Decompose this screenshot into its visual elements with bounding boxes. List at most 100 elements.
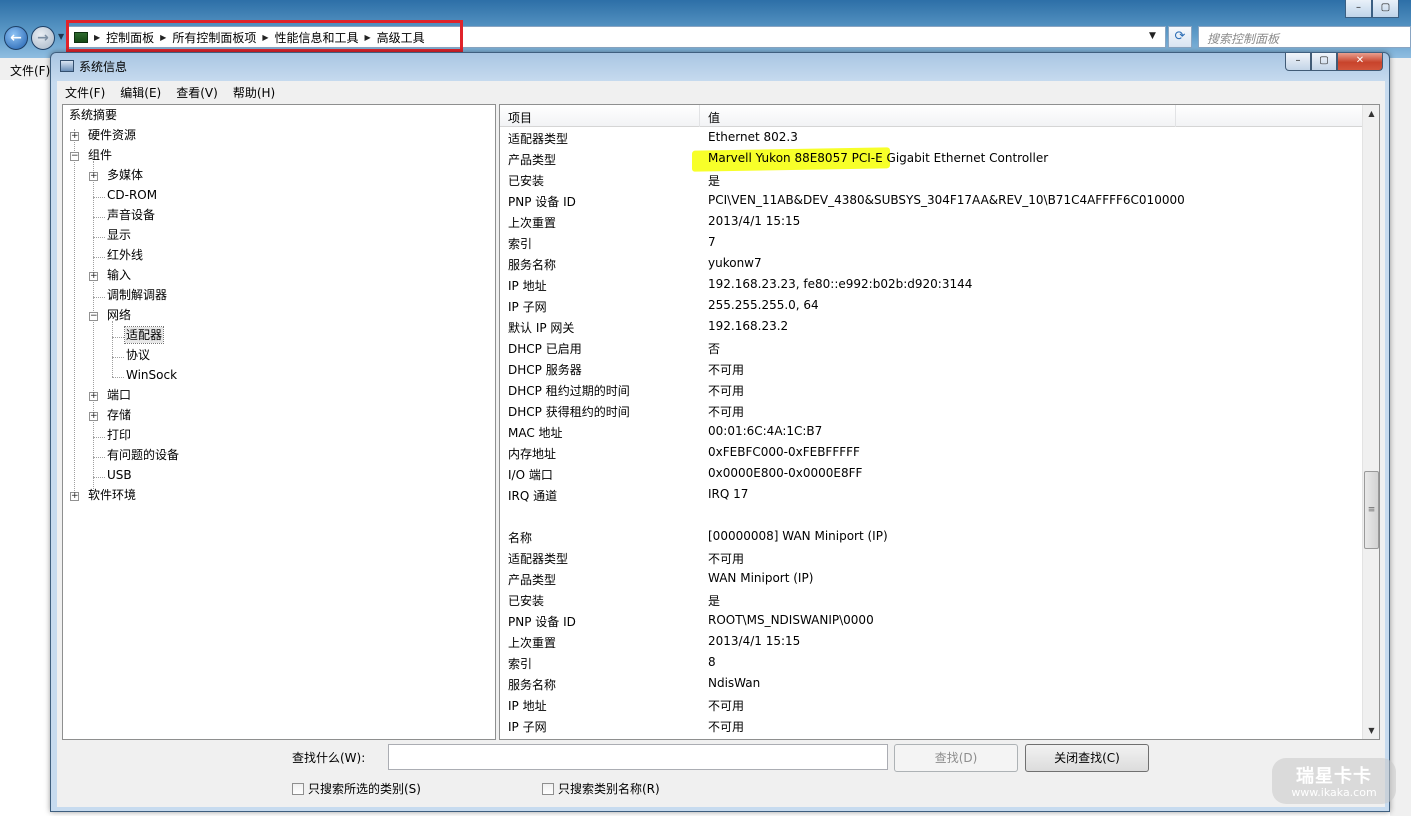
table-row[interactable]: PNP 设备 ID ROOT\MS_NDISWANIP\0000	[500, 610, 1362, 631]
tree-item-modem[interactable]: 调制解调器	[107, 287, 167, 303]
breadcrumb-separator-icon[interactable]: ▶	[365, 33, 371, 42]
table-row[interactable]: 产品类型 WAN Miniport (IP)	[500, 568, 1362, 589]
breadcrumb-all-items[interactable]: 所有控制面板项	[172, 29, 256, 46]
collapse-minus-icon[interactable]: −	[70, 152, 79, 161]
collapse-minus-icon[interactable]: −	[89, 312, 98, 321]
tree-item-storage[interactable]: 存储	[107, 407, 131, 423]
table-row[interactable]: IP 地址 不可用	[500, 694, 1362, 715]
expand-plus-icon[interactable]: +	[89, 392, 98, 401]
tree-item-infrared[interactable]: 红外线	[107, 247, 143, 263]
breadcrumb-advanced-tools[interactable]: 高级工具	[377, 29, 425, 46]
table-row[interactable]: DHCP 获得租约的时间 不可用	[500, 400, 1362, 421]
tree-item-hardware-resources[interactable]: 硬件资源	[88, 127, 136, 143]
tree-item-adapter[interactable]: 适配器	[123, 326, 165, 344]
table-row[interactable]: 服务名称 NdisWan	[500, 673, 1362, 694]
column-divider[interactable]	[699, 105, 700, 127]
menu-edit[interactable]: 编辑(E)	[112, 81, 168, 101]
table-row[interactable]: 产品类型 Marvell Yukon 88E8057 PCI-E Gigabit …	[500, 148, 1362, 169]
tree-item-usb[interactable]: USB	[107, 467, 132, 483]
minimize-button[interactable]: –	[1285, 53, 1311, 71]
table-row[interactable]: 已安装 是	[500, 589, 1362, 610]
table-row[interactable]: DHCP 服务器 不可用	[500, 358, 1362, 379]
expand-plus-icon[interactable]: +	[70, 492, 79, 501]
forward-button[interactable]: →	[31, 26, 55, 50]
close-button[interactable]: ✕	[1337, 53, 1383, 71]
tree-item-protocol[interactable]: 协议	[126, 347, 150, 363]
table-row[interactable]: I/O 端口 0x0000E800-0x0000E8FF	[500, 463, 1362, 484]
table-row[interactable]: 适配器类型 Ethernet 802.3	[500, 127, 1362, 148]
tree-item-printing[interactable]: 打印	[107, 427, 131, 443]
close-find-button[interactable]: 关闭查找(C)	[1025, 744, 1149, 772]
explorer-minimize-button[interactable]: –	[1345, 0, 1372, 18]
category-tree[interactable]: 系统摘要 + 硬件资源 − 组件 + 多媒体 CD-ROM 声音设备 显示 红外…	[62, 104, 496, 740]
vertical-scrollbar[interactable]: ▲ ≡ ▼	[1362, 105, 1379, 739]
explorer-maximize-button[interactable]: ▢	[1372, 0, 1399, 18]
tree-item-components[interactable]: 组件	[88, 147, 112, 163]
table-row[interactable]: 名称 [00000008] WAN Miniport (IP)	[500, 526, 1362, 547]
search-input[interactable]: 搜索控制面板	[1198, 26, 1411, 48]
breadcrumb-control-panel[interactable]: 控制面板	[106, 29, 154, 46]
table-row[interactable]: IP 子网 不可用	[500, 715, 1362, 736]
breadcrumb-performance-tools[interactable]: 性能信息和工具	[275, 29, 359, 46]
menu-help[interactable]: 帮助(H)	[225, 81, 282, 101]
search-category-names-checkbox[interactable]	[542, 782, 554, 795]
tree-item-system-summary[interactable]: 系统摘要	[69, 107, 117, 123]
column-header-value[interactable]: 值	[708, 109, 720, 126]
system-info-app-icon[interactable]	[60, 60, 74, 72]
tree-item-display[interactable]: 显示	[107, 227, 131, 243]
expand-plus-icon[interactable]: +	[89, 272, 98, 281]
breadcrumb-separator-icon[interactable]: ▶	[160, 33, 166, 42]
table-row[interactable]: 服务名称 yukonw7	[500, 253, 1362, 274]
table-row[interactable]: 已安装 是	[500, 169, 1362, 190]
table-row[interactable]: MAC 地址 00:01:6C:4A:1C:B7	[500, 421, 1362, 442]
maximize-button[interactable]: ▢	[1311, 53, 1337, 71]
scroll-up-icon[interactable]: ▲	[1363, 105, 1379, 122]
table-row[interactable]: DHCP 租约过期的时间 不可用	[500, 379, 1362, 400]
search-selected-category-option[interactable]: 只搜索所选的类别(S)	[292, 780, 421, 797]
breadcrumb-separator-icon[interactable]: ▶	[262, 33, 268, 42]
tree-item-ports[interactable]: 端口	[107, 387, 131, 403]
row-value: 8	[708, 655, 716, 669]
menu-file[interactable]: 文件(F)	[57, 81, 112, 101]
table-row[interactable]: DHCP 已启用 否	[500, 337, 1362, 358]
table-row[interactable]: 内存地址 0xFEBFC000-0xFEBFFFFF	[500, 442, 1362, 463]
breadcrumb-separator-icon[interactable]: ▶	[94, 33, 100, 42]
expand-plus-icon[interactable]: +	[89, 412, 98, 421]
column-header-item[interactable]: 项目	[508, 109, 532, 126]
search-category-names-option[interactable]: 只搜索类别名称(R)	[542, 780, 660, 797]
table-row[interactable]: IP 子网 255.255.255.0, 64	[500, 295, 1362, 316]
find-input[interactable]	[388, 744, 888, 770]
table-row[interactable]: 上次重置 2013/4/1 15:15	[500, 211, 1362, 232]
expand-plus-icon[interactable]: +	[89, 172, 98, 181]
table-row[interactable]: IP 地址 192.168.23.23, fe80::e992:b02b:d920…	[500, 274, 1362, 295]
scroll-thumb[interactable]: ≡	[1364, 471, 1379, 549]
scroll-down-icon[interactable]: ▼	[1363, 722, 1379, 739]
tree-item-problem-devices[interactable]: 有问题的设备	[107, 447, 179, 463]
tree-item-software-environment[interactable]: 软件环境	[88, 487, 136, 503]
address-dropdown-icon[interactable]: ▼	[1149, 31, 1156, 41]
find-button[interactable]: 查找(D)	[894, 744, 1018, 772]
tree-item-multimedia[interactable]: 多媒体	[107, 167, 143, 183]
table-row[interactable]: 索引 7	[500, 232, 1362, 253]
table-row[interactable]: PNP 设备 ID PCI\VEN_11AB&DEV_4380&SUBSYS_30…	[500, 190, 1362, 211]
table-row[interactable]: 索引 8	[500, 652, 1362, 673]
table-row[interactable]: 默认 IP 网关 192.168.23.2	[500, 316, 1362, 337]
details-list[interactable]: 项目 值 适配器类型 Ethernet 802.3 产品类型 Marvell Yuko…	[499, 104, 1380, 740]
tree-item-winsock[interactable]: WinSock	[126, 367, 177, 383]
tree-item-network[interactable]: 网络	[107, 307, 131, 323]
column-divider[interactable]	[1175, 105, 1176, 127]
refresh-button[interactable]: ⟳	[1168, 26, 1192, 48]
menu-view[interactable]: 查看(V)	[168, 81, 225, 101]
table-row[interactable]: 适配器类型 不可用	[500, 547, 1362, 568]
table-row[interactable]: IRQ 通道 IRQ 17	[500, 484, 1362, 505]
table-row[interactable]: 上次重置 2013/4/1 15:15	[500, 631, 1362, 652]
explorer-menu-file[interactable]: 文件(F)	[10, 62, 50, 79]
search-selected-category-checkbox[interactable]	[292, 782, 304, 795]
tree-item-sound[interactable]: 声音设备	[107, 207, 155, 223]
history-dropdown-icon[interactable]: ▼	[58, 32, 64, 41]
expand-plus-icon[interactable]: +	[70, 132, 79, 141]
tree-item-cdrom[interactable]: CD-ROM	[107, 187, 157, 203]
back-button[interactable]: ←	[4, 26, 28, 50]
tree-item-input[interactable]: 输入	[107, 267, 131, 283]
table-row[interactable]	[500, 505, 1362, 526]
